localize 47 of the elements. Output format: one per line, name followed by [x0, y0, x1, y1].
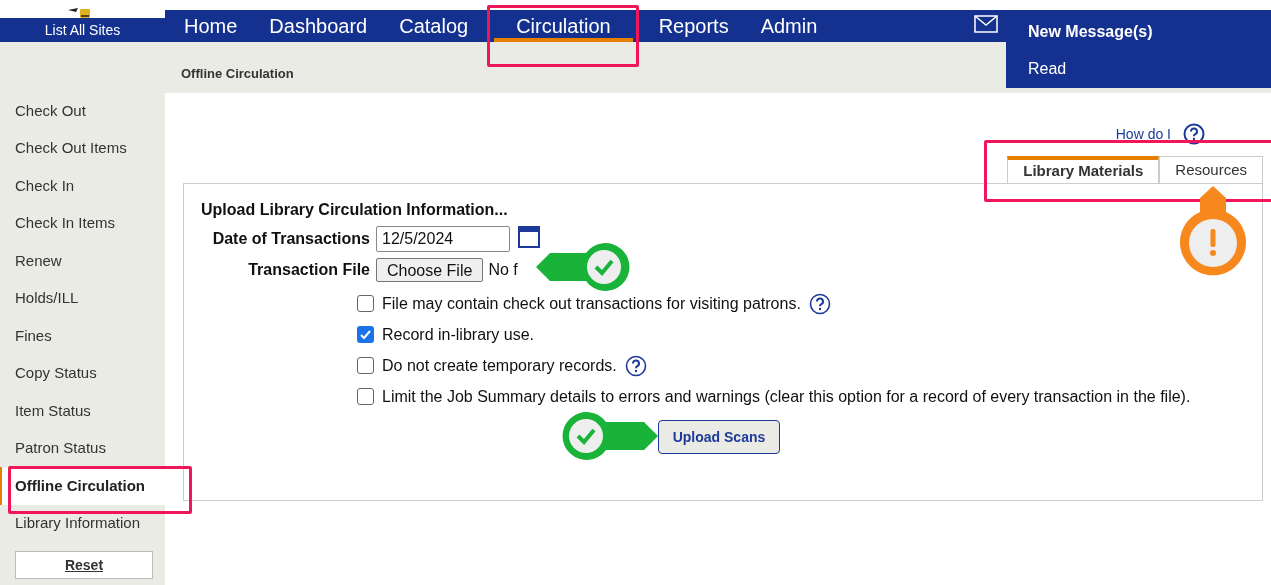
tab[interactable]: Resources [1159, 156, 1263, 183]
nav-tab[interactable]: Catalog [383, 10, 485, 42]
option-label: Limit the Job Summary details to errors and warnings (clear this option for a record of every transaction in the file). [382, 386, 1191, 407]
nav-tab[interactable]: Dashboard [253, 10, 384, 42]
sidebar-item[interactable]: Item Status [0, 392, 165, 430]
checkbox[interactable] [357, 357, 374, 374]
sidebar-item[interactable]: Offline Circulation [0, 467, 165, 505]
date-field[interactable]: 12/5/2024 [376, 226, 510, 252]
sidebar-item[interactable]: Patron Status [0, 429, 165, 467]
sidebar-item[interactable]: Check In [0, 167, 165, 205]
new-messages-label: New Message(s) [1028, 22, 1154, 42]
file-label: Transaction File [247, 260, 371, 280]
checkbox[interactable] [357, 326, 374, 343]
checkbox[interactable] [357, 388, 374, 405]
tab[interactable]: Library Materials [1007, 156, 1160, 183]
sidebar-item[interactable]: Library Information [0, 504, 165, 542]
option-label: Do not create temporary records. [382, 355, 617, 376]
nav-tab[interactable]: Admin [744, 10, 834, 42]
option-label: File may contain check out transactions for visiting patrons. [382, 293, 801, 314]
date-label: Date of Transactions [211, 229, 371, 249]
calendar-icon[interactable] [518, 226, 540, 248]
read-messages-link[interactable]: Read [1028, 57, 1271, 81]
upload-scans-button[interactable]: Upload Scans [657, 420, 781, 454]
help-icon[interactable] [808, 292, 831, 315]
checkmark-callout-icon [536, 242, 630, 292]
help-icon[interactable] [624, 354, 647, 377]
sidebar-item[interactable]: Check Out [0, 92, 165, 130]
sidebar-item[interactable]: Check In Items [0, 204, 165, 242]
list-all-sites-link[interactable]: List All Sites [0, 18, 165, 42]
nav-tab[interactable]: Home [168, 10, 254, 42]
mail-icon[interactable] [974, 15, 998, 33]
reset-button[interactable]: Reset [15, 551, 153, 579]
nav-tab[interactable]: Reports [642, 10, 745, 42]
sidebar-item[interactable]: Check Out Items [0, 129, 165, 167]
file-status: No f [488, 260, 518, 280]
form-heading: Upload Library Circulation Information... [201, 200, 509, 220]
checkbox[interactable] [357, 295, 374, 312]
how-do-i-link[interactable]: How do I [1115, 123, 1171, 145]
sidebar-item[interactable]: Holds/ILL [0, 279, 165, 317]
sidebar-item[interactable]: Copy Status [0, 354, 165, 392]
sidebar-item[interactable]: Renew [0, 242, 165, 280]
choose-file-button[interactable]: Choose File [376, 258, 484, 282]
breadcrumb: Offline Circulation [181, 64, 294, 83]
help-icon[interactable] [1183, 123, 1205, 145]
checkmark-callout-icon [560, 412, 658, 460]
sidebar-item[interactable]: Fines [0, 317, 165, 355]
option-label: Record in-library use. [382, 324, 535, 345]
